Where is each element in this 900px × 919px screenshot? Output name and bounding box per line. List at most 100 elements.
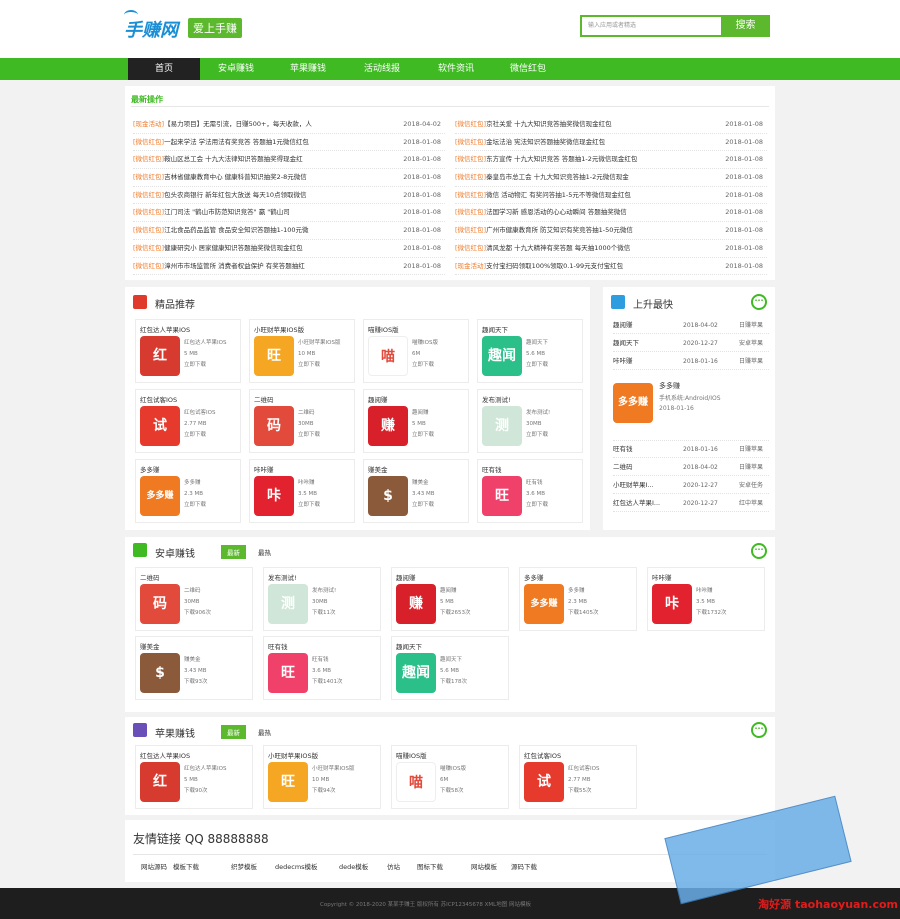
news-item[interactable]: [微信红包]金坛法治 宪法知识答题抽奖微信现金红包 2018-01-08 [455, 134, 767, 152]
news-item[interactable]: [微信红包]健康研究小 居家健康知识答题抽奖微信现金红包 2018-01-08 [133, 240, 445, 258]
app-card[interactable]: 红包达人苹果IOS 红红包达人苹果IOS 5 MB 下载90次 [135, 745, 253, 809]
rank-item[interactable]: 二维码 2018-04-02 日赚苹果 [613, 459, 769, 476]
rank-item[interactable]: 红包达人苹果I... 2020-12-27 红中苹果 [613, 495, 769, 512]
friend-link[interactable]: 模板下载 [173, 861, 199, 871]
friend-link[interactable]: dede模板 [339, 861, 368, 871]
news-text: 一起来学法 学法用法有奖竞答 答题抽1元微信红包 [164, 137, 309, 146]
rank-item[interactable]: 旺有钱 2018-01-16 日赚苹果 [613, 441, 769, 458]
nav-apple[interactable]: 苹果赚钱 [272, 58, 344, 80]
download-label[interactable]: 立即下载 [526, 500, 581, 511]
main-nav: 首页 安卓赚钱 苹果赚钱 活动线报 软件资讯 微信红包 [0, 58, 900, 80]
app-card[interactable]: 红包试客IOS 试红包试客IOS 2.77 MB 立即下载 [135, 389, 241, 453]
news-item[interactable]: [现金活动]【易力项目】无需引流，日赚500+，每天收款，人 2018-04-02 [133, 116, 445, 134]
friend-link[interactable]: dedecms模板 [275, 861, 318, 871]
news-text: 秦皇岛市总工会 十九大知识竞答抽1-2元微信现金 [486, 173, 629, 182]
news-item[interactable]: [微信红包]江门司法 "鹤山市防范知识竞答" 赢 "鹤山司 2018-01-08 [133, 204, 445, 223]
app-card[interactable]: 趣阅赚赚趣阅赚 5 MB 下载2653次 [391, 567, 509, 631]
news-item[interactable]: [微信红包]漳州市市场监管所 消费者权益保护 有奖答题抽红 2018-01-08 [133, 258, 445, 276]
nav-news[interactable]: 软件资讯 [420, 58, 492, 80]
app-card[interactable]: 旺有钱旺旺有钱 3.6 MB 立即下载 [477, 459, 583, 523]
app-size: 6M [440, 777, 449, 783]
news-item[interactable]: [现金活动]支付宝扫码领取100%领取0.1-99元支付宝红包 2018-01-0… [455, 258, 767, 276]
more-icon[interactable]: ··· [751, 722, 767, 738]
download-label[interactable]: 立即下载 [184, 500, 239, 511]
news-date: 2018-01-08 [403, 137, 441, 146]
app-card[interactable]: 喵赚IOS版喵喵赚IOS版 6M 下载58次 [391, 745, 509, 809]
download-count: 下载1732次 [696, 610, 727, 616]
news-item[interactable]: [微信红包]清风龙都 十九大精神有奖答题 每天抽1000个微信 2018-01-0… [455, 240, 767, 258]
search-input[interactable]: 输入应用或者精选 [580, 15, 721, 37]
app-name: 旺有钱 [482, 466, 502, 474]
news-item[interactable]: [微信红包]广州市健康教育所 防艾知识有奖竞答抽1-50元微信 2018-01-0… [455, 222, 767, 240]
download-label[interactable]: 立即下载 [184, 360, 239, 371]
app-card[interactable]: 喵赚IOS版喵喵赚IOS版 6M 立即下载 [363, 319, 469, 383]
friend-link[interactable]: 仿站 [387, 861, 400, 871]
app-card[interactable]: 红包达人苹果IOS 红红包达人苹果IOS 5 MB 立即下载 [135, 319, 241, 383]
rank-item[interactable]: 小旺财苹果I... 2020-12-27 安卓任务 [613, 477, 769, 494]
app-card[interactable]: 发布测试! 测发布测试! 30MB 立即下载 [477, 389, 583, 453]
news-list-right: [微信红包]京社关爱 十九大知识竞答抽奖微信现金红包 2018-01-08 [微信红… [455, 116, 767, 276]
rank-item[interactable]: 趣阅赚 2018-04-02 日赚苹果 [613, 317, 769, 334]
more-icon[interactable]: ··· [751, 543, 767, 559]
search-button[interactable]: 搜索 [721, 15, 770, 37]
news-item[interactable]: [微信红包]法国学习新 感恩活动的心心动瞬间 答题抽奖微信 2018-01-08 [455, 204, 767, 223]
download-label[interactable]: 立即下载 [298, 360, 353, 371]
download-label[interactable]: 立即下载 [184, 430, 239, 441]
app-card[interactable]: 趣阅赚赚趣阅赚 5 MB 立即下载 [363, 389, 469, 453]
download-label[interactable]: 立即下载 [412, 430, 467, 441]
site-logo[interactable]: 手赚网 爱上手赚 [124, 10, 252, 42]
download-label[interactable]: 立即下载 [412, 500, 467, 511]
nav-activity[interactable]: 活动线报 [344, 58, 420, 80]
app-card[interactable]: 多多赚 多多赚 多多赚 2.3 MB 立即下载 [135, 459, 241, 523]
news-item[interactable]: [微信红包]江北食品药品监管 食品安全知识答题抽1-100元微 2018-01-0… [133, 222, 445, 240]
friend-link[interactable]: 网站模板 [471, 861, 497, 871]
download-label[interactable]: 立即下载 [298, 500, 353, 511]
news-item[interactable]: [微信红包]东方宣传 十九大知识竞答 答题抽1-2元微信现金红包 2018-01-… [455, 151, 767, 170]
news-item[interactable]: [微信红包]秦皇岛市总工会 十九大知识竞答抽1-2元微信现金 2018-01-08 [455, 169, 767, 187]
rising-highlight[interactable]: 多多赚 多多赚 手机系统:Android/IOS 2018-01-16 [613, 375, 769, 441]
friend-link[interactable]: 网站源码 [141, 861, 167, 871]
tab-hottest[interactable]: 最热 [258, 547, 271, 557]
app-card[interactable]: 二维码码二维码 30MB 立即下载 [249, 389, 355, 453]
news-text: 鞍山区总工会 十九大法律知识答题抽奖得现金红 [164, 155, 303, 164]
tab-hottest[interactable]: 最热 [258, 727, 271, 737]
app-card[interactable]: 咔咔赚咔咔咔赚 3.5 MB 立即下载 [249, 459, 355, 523]
friend-link[interactable]: 织梦模板 [231, 861, 257, 871]
news-item[interactable]: [微信红包]微信 活动物汇 有奖问答抽1-5元不等微信现金红包 2018-01-0… [455, 187, 767, 205]
tab-newest[interactable]: 最新 [221, 725, 246, 739]
app-card[interactable]: 咔咔赚咔咔咔赚 3.5 MB 下载1732次 [647, 567, 765, 631]
download-label[interactable]: 立即下载 [298, 430, 353, 441]
news-item[interactable]: [微信红包]一起来学法 学法用法有奖竞答 答题抽1元微信红包 2018-01-08 [133, 134, 445, 152]
tab-newest[interactable]: 最新 [221, 545, 246, 559]
app-info: 红包试客IOS 2.77 MB 下载55次 [568, 764, 623, 797]
nav-home[interactable]: 首页 [128, 58, 200, 80]
app-card[interactable]: 红包试客IOS 试红包试客IOS 2.77 MB 下载55次 [519, 745, 637, 809]
news-item[interactable]: [微信红包]吉林省健康教育中心 健康科普知识抽奖2-8元微信 2018-01-08 [133, 169, 445, 187]
app-card[interactable]: 小旺财苹果IOS版旺小旺财苹果IOS版 10 MB 下载94次 [263, 745, 381, 809]
more-icon[interactable]: ··· [751, 294, 767, 310]
download-label[interactable]: 立即下载 [412, 360, 467, 371]
app-info: 趣阅赚 5 MB 下载2653次 [440, 586, 495, 619]
news-item[interactable]: [微信红包]包头农商银行 新年红包大放送 每天10点领取微信 2018-01-08 [133, 187, 445, 205]
app-card[interactable]: 二维码码二维码 30MB 下载906次 [135, 567, 253, 631]
nav-android[interactable]: 安卓赚钱 [200, 58, 272, 80]
app-card[interactable]: 发布测试! 测发布测试! 30MB 下载11次 [263, 567, 381, 631]
app-card[interactable]: 赚美金 $ 赚美金 3.43 MB 立即下载 [363, 459, 469, 523]
download-label[interactable]: 立即下载 [526, 360, 581, 371]
app-icon: 码 [254, 406, 294, 446]
friend-link[interactable]: 图标下载 [417, 861, 443, 871]
app-card[interactable]: 小旺财苹果IOS版旺小旺财苹果IOS版 10 MB 立即下载 [249, 319, 355, 383]
news-item[interactable]: [微信红包]鞍山区总工会 十九大法律知识答题抽奖得现金红 2018-01-08 [133, 151, 445, 170]
app-card[interactable]: 多多赚 多多赚 多多赚 2.3 MB 下载1405次 [519, 567, 637, 631]
rank-item[interactable]: 趣闻天下 2020-12-27 安卓苹果 [613, 335, 769, 352]
news-tag: [微信红包] [133, 226, 165, 235]
app-card[interactable]: 趣闻天下 趣闻 趣闻天下 5.6 MB 立即下载 [477, 319, 583, 383]
friend-link[interactable]: 源码下载 [511, 861, 537, 871]
download-label[interactable]: 立即下载 [526, 430, 581, 441]
nav-wechat[interactable]: 微信红包 [492, 58, 564, 80]
news-item[interactable]: [微信红包]京社关爱 十九大知识竞答抽奖微信现金红包 2018-01-08 [455, 116, 767, 134]
rank-item[interactable]: 咔咔赚 2018-01-16 日赚苹果 [613, 353, 769, 370]
app-card[interactable]: 趣闻天下 趣闻 趣闻天下 5.6 MB 下载178次 [391, 636, 509, 700]
app-card[interactable]: 赚美金 $ 赚美金 3.43 MB 下载93次 [135, 636, 253, 700]
app-card[interactable]: 旺有钱旺旺有钱 3.6 MB 下载1401次 [263, 636, 381, 700]
